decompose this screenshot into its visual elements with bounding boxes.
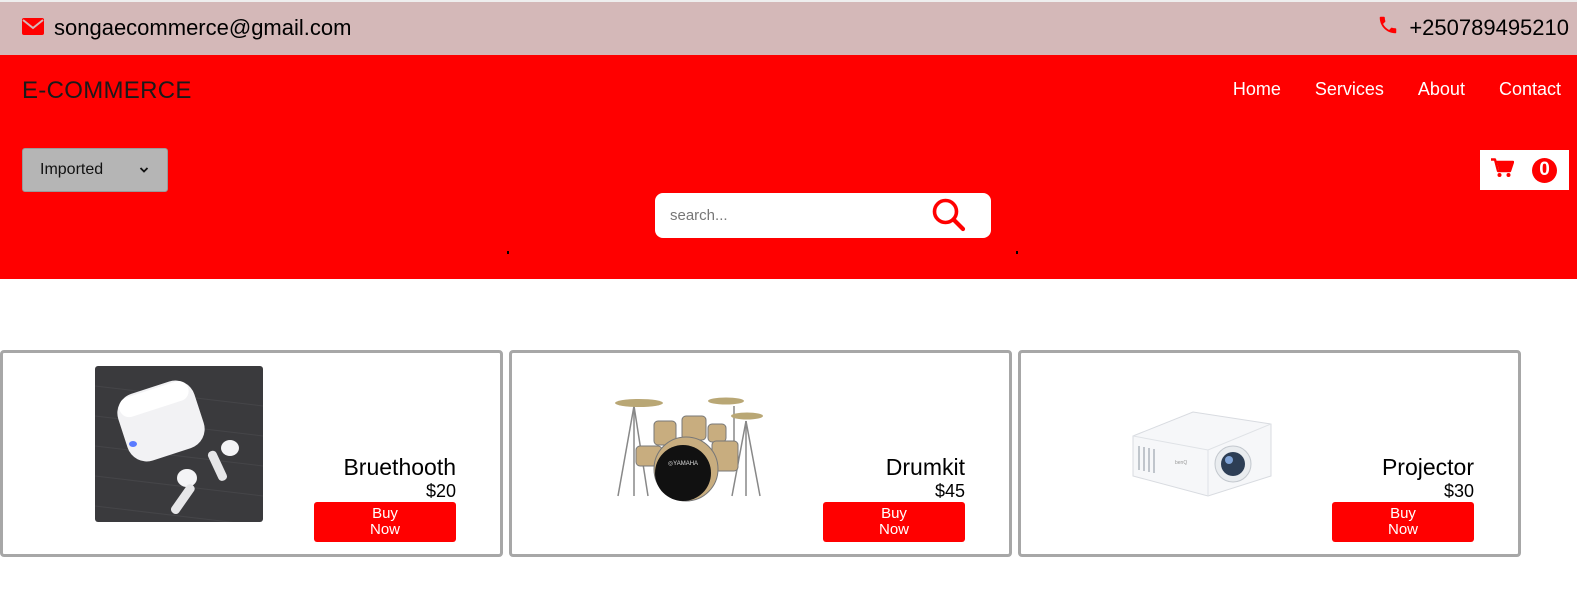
brand-logo[interactable]: E-COMMERCE xyxy=(22,77,192,105)
search-input[interactable] xyxy=(655,207,915,224)
phone-text: +250789495210 xyxy=(1409,15,1569,40)
envelope-icon xyxy=(22,15,44,41)
projector-image: benQ xyxy=(1113,366,1281,522)
decorative-dot xyxy=(1016,251,1018,254)
nav-home[interactable]: Home xyxy=(1233,79,1281,100)
product-price: $45 xyxy=(934,481,965,501)
product-card: benQ Projector $30 Buy Now xyxy=(1018,350,1521,557)
product-name: Projector xyxy=(1381,454,1474,480)
email-text: songaecommerce@gmail.com xyxy=(54,15,352,40)
buy-now-button[interactable]: Buy Now xyxy=(1332,502,1474,542)
decorative-dot xyxy=(507,251,509,254)
buy-now-button[interactable]: Buy Now xyxy=(314,502,456,542)
phone-icon xyxy=(1377,14,1399,42)
nav-contact[interactable]: Contact xyxy=(1499,79,1561,100)
cart-icon xyxy=(1491,157,1515,183)
category-select-value: Imported xyxy=(40,161,104,178)
wireless-earbuds-image xyxy=(94,366,264,527)
email-contact[interactable]: songaecommerce@gmail.com xyxy=(22,14,351,42)
svg-text:benQ: benQ xyxy=(1175,460,1187,466)
product-price: $30 xyxy=(1443,481,1474,501)
product-card: Bruethooth $20 Buy Now xyxy=(0,350,503,557)
cart-button[interactable]: 0 xyxy=(1480,150,1569,190)
search-icon[interactable] xyxy=(931,197,967,238)
buy-now-button[interactable]: Buy Now xyxy=(823,502,965,542)
category-select[interactable]: Imported xyxy=(22,148,168,192)
product-card: ◎YAMAHA Drumkit $45 Buy Now xyxy=(509,350,1012,557)
drum-kit-image: ◎YAMAHA xyxy=(604,366,772,522)
main-header: E-COMMERCE Home Services About Contact I… xyxy=(0,55,1577,279)
nav-services[interactable]: Services xyxy=(1315,79,1384,100)
contact-bar: songaecommerce@gmail.com +250789495210 xyxy=(0,0,1577,55)
product-price: $20 xyxy=(425,481,456,501)
search-box xyxy=(655,193,991,238)
svg-text:◎YAMAHA: ◎YAMAHA xyxy=(668,461,698,467)
product-name: Drumkit xyxy=(885,454,965,480)
cart-count-badge: 0 xyxy=(1532,157,1557,183)
phone-contact[interactable]: +250789495210 xyxy=(1377,14,1569,42)
main-nav: Home Services About Contact xyxy=(1233,79,1561,100)
nav-about[interactable]: About xyxy=(1418,79,1465,100)
chevron-down-icon xyxy=(138,163,150,181)
product-name: Bruethooth xyxy=(343,454,456,480)
